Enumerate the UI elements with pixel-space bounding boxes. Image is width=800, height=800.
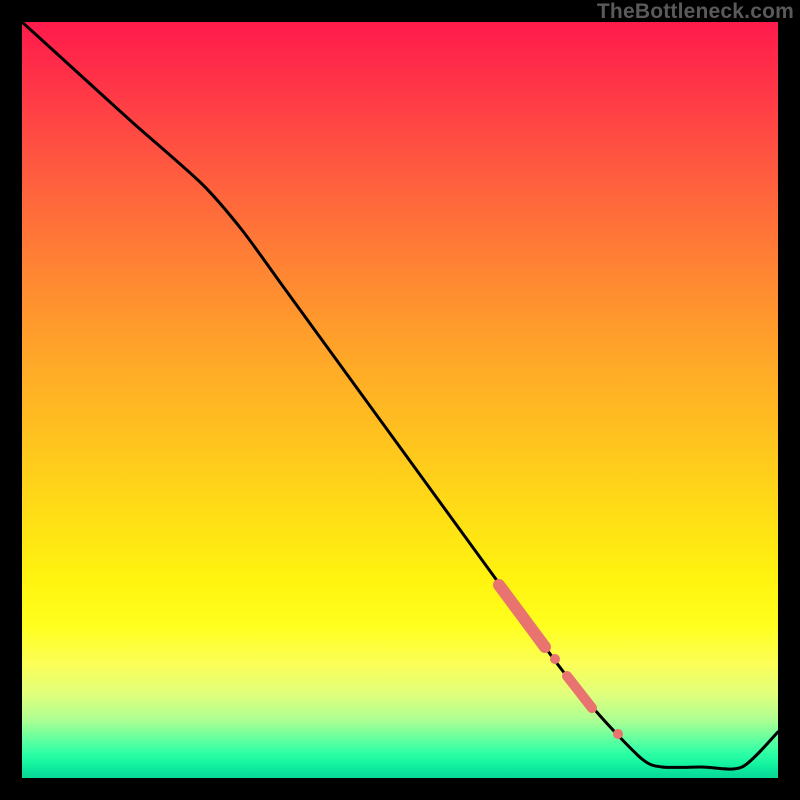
watermark-text: TheBottleneck.com — [597, 0, 794, 24]
curve-path — [22, 22, 778, 769]
marker-dot — [613, 729, 623, 739]
plot-area — [22, 22, 778, 778]
marker-capsule — [499, 585, 545, 647]
marker-capsule — [567, 676, 592, 708]
marker-dot — [550, 654, 560, 664]
curve-svg — [22, 22, 778, 778]
chart-container: TheBottleneck.com — [0, 0, 800, 800]
markers-group — [499, 585, 623, 739]
